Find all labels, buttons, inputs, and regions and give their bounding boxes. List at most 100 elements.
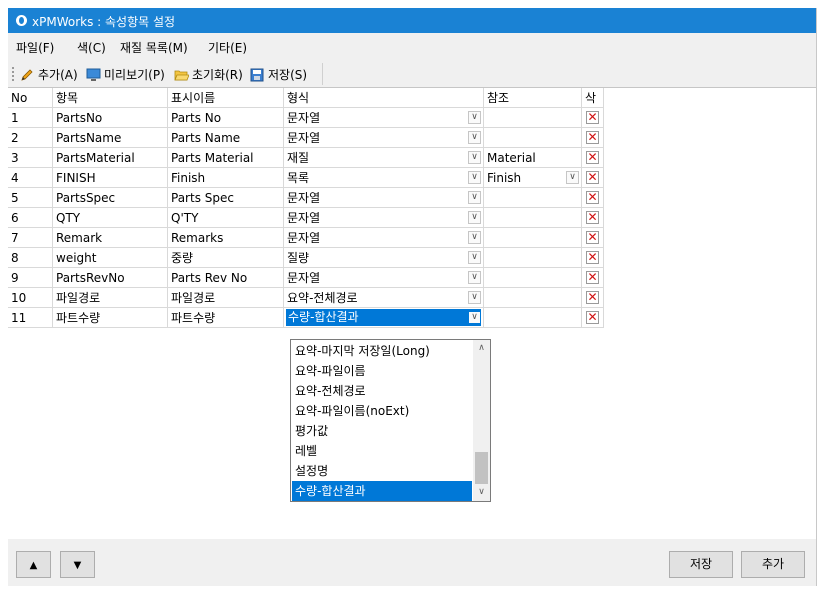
- menu-color[interactable]: 색(C): [77, 39, 106, 56]
- dropdown-option[interactable]: 레벨: [292, 441, 472, 461]
- preview-toolbar-button[interactable]: 미리보기(P): [86, 66, 165, 84]
- row-2-reference[interactable]: [484, 128, 582, 148]
- row-10-format-dropdown-icon[interactable]: ∨: [468, 291, 481, 304]
- row-10-display[interactable]: 파일경로: [168, 288, 284, 308]
- delete-icon[interactable]: ✕: [586, 151, 599, 164]
- row-3-reference[interactable]: Material: [484, 148, 582, 168]
- menu-material-list[interactable]: 재질 목록(M): [120, 39, 188, 56]
- row-9-format-dropdown-icon[interactable]: ∨: [468, 271, 481, 284]
- delete-icon[interactable]: ✕: [586, 131, 599, 144]
- row-2-format[interactable]: 문자열: [284, 128, 484, 148]
- reset-toolbar-button[interactable]: 초기화(R): [174, 66, 243, 84]
- row-3-format-dropdown-icon[interactable]: ∨: [468, 151, 481, 164]
- row-1-format-dropdown-icon[interactable]: ∨: [468, 111, 481, 124]
- column-header-item[interactable]: 항목: [53, 88, 168, 108]
- row-10-item[interactable]: 파일경로: [53, 288, 168, 308]
- row-3-format[interactable]: 재질: [284, 148, 484, 168]
- delete-icon[interactable]: ✕: [586, 191, 599, 204]
- row-7-format-dropdown-icon[interactable]: ∨: [468, 231, 481, 244]
- row-5-format-dropdown-icon[interactable]: ∨: [468, 191, 481, 204]
- dropdown-option[interactable]: 요약-전체경로: [292, 381, 472, 401]
- delete-icon[interactable]: ✕: [586, 271, 599, 284]
- row-3-no[interactable]: 3: [8, 148, 53, 168]
- delete-icon[interactable]: ✕: [586, 291, 599, 304]
- row-3-display[interactable]: Parts Material: [168, 148, 284, 168]
- dropdown-option[interactable]: 요약-파일이름: [292, 361, 472, 381]
- row-6-reference[interactable]: [484, 208, 582, 228]
- row-10-reference[interactable]: [484, 288, 582, 308]
- row-5-reference[interactable]: [484, 188, 582, 208]
- row-7-item[interactable]: Remark: [53, 228, 168, 248]
- row-4-format-dropdown-icon[interactable]: ∨: [468, 171, 481, 184]
- row-10-no[interactable]: 10: [8, 288, 53, 308]
- row-9-no[interactable]: 9: [8, 268, 53, 288]
- row-5-no[interactable]: 5: [8, 188, 53, 208]
- row-8-no[interactable]: 8: [8, 248, 53, 268]
- scrollbar-thumb[interactable]: [475, 452, 488, 484]
- row-4-item[interactable]: FINISH: [53, 168, 168, 188]
- row-8-item[interactable]: weight: [53, 248, 168, 268]
- scroll-down-icon[interactable]: ∨: [473, 484, 490, 501]
- row-10-format[interactable]: 요약-전체경로: [284, 288, 484, 308]
- row-6-format[interactable]: 문자열: [284, 208, 484, 228]
- row-7-reference[interactable]: [484, 228, 582, 248]
- row-6-item[interactable]: QTY: [53, 208, 168, 228]
- menu-etc[interactable]: 기타(E): [208, 39, 247, 56]
- column-header-display[interactable]: 표시이름: [168, 88, 284, 108]
- row-6-format-dropdown-icon[interactable]: ∨: [468, 211, 481, 224]
- column-header-no[interactable]: No: [8, 88, 53, 108]
- row-1-format[interactable]: 문자열: [284, 108, 484, 128]
- row-11-display[interactable]: 파트수량: [168, 308, 284, 328]
- row-5-display[interactable]: Parts Spec: [168, 188, 284, 208]
- row-8-format-dropdown-icon[interactable]: ∨: [468, 251, 481, 264]
- add-button[interactable]: 추가: [741, 551, 805, 578]
- row-4-display[interactable]: Finish: [168, 168, 284, 188]
- row-6-no[interactable]: 6: [8, 208, 53, 228]
- row-11-item[interactable]: 파트수량: [53, 308, 168, 328]
- row-8-format[interactable]: 질량: [284, 248, 484, 268]
- row-11-reference[interactable]: [484, 308, 582, 328]
- row-2-no[interactable]: 2: [8, 128, 53, 148]
- row-7-display[interactable]: Remarks: [168, 228, 284, 248]
- delete-icon[interactable]: ✕: [586, 111, 599, 124]
- column-header-format[interactable]: 형식: [284, 88, 484, 108]
- row-7-format[interactable]: 문자열: [284, 228, 484, 248]
- row-1-reference[interactable]: [484, 108, 582, 128]
- row-1-item[interactable]: PartsNo: [53, 108, 168, 128]
- dropdown-scrollbar[interactable]: ∧ ∨: [473, 340, 490, 501]
- row-4-format[interactable]: 목록: [284, 168, 484, 188]
- row-8-display[interactable]: 중량: [168, 248, 284, 268]
- row-9-reference[interactable]: [484, 268, 582, 288]
- row-6-display[interactable]: Q'TY: [168, 208, 284, 228]
- row-9-format[interactable]: 문자열: [284, 268, 484, 288]
- dropdown-option[interactable]: 설정명: [292, 461, 472, 481]
- row-2-display[interactable]: Parts Name: [168, 128, 284, 148]
- row-4-reference-dropdown-icon[interactable]: ∨: [566, 171, 579, 184]
- dropdown-option[interactable]: 요약-파일이름(noExt): [292, 401, 472, 421]
- move-up-button[interactable]: ▲: [16, 551, 51, 578]
- dropdown-option[interactable]: 요약-마지막 저장일(Long): [292, 341, 472, 361]
- menu-file[interactable]: 파일(F): [16, 39, 54, 56]
- delete-icon[interactable]: ✕: [586, 171, 599, 184]
- column-header-delete[interactable]: 삭: [582, 88, 604, 108]
- dropdown-option-selected[interactable]: 수량-합산결과: [292, 481, 472, 501]
- add-toolbar-button[interactable]: 추가(A): [20, 66, 78, 84]
- scroll-up-icon[interactable]: ∧: [473, 340, 490, 357]
- delete-icon[interactable]: ✕: [586, 211, 599, 224]
- save-toolbar-button[interactable]: 저장(S): [250, 66, 307, 84]
- delete-icon[interactable]: ✕: [586, 231, 599, 244]
- delete-icon[interactable]: ✕: [586, 251, 599, 264]
- delete-icon[interactable]: ✕: [586, 311, 599, 324]
- row-8-reference[interactable]: [484, 248, 582, 268]
- row-4-no[interactable]: 4: [8, 168, 53, 188]
- column-header-reference[interactable]: 참조: [484, 88, 582, 108]
- row-2-format-dropdown-icon[interactable]: ∨: [468, 131, 481, 144]
- row-7-no[interactable]: 7: [8, 228, 53, 248]
- row-1-display[interactable]: Parts No: [168, 108, 284, 128]
- format-dropdown-list[interactable]: 요약-마지막 저장일(Long) 요약-파일이름 요약-전체경로 요약-파일이름…: [290, 339, 491, 502]
- row-9-item[interactable]: PartsRevNo: [53, 268, 168, 288]
- dropdown-option[interactable]: 평가값: [292, 421, 472, 441]
- row-11-format-combo[interactable]: 수량-합산결과: [284, 308, 484, 328]
- row-1-no[interactable]: 1: [8, 108, 53, 128]
- row-5-format[interactable]: 문자열: [284, 188, 484, 208]
